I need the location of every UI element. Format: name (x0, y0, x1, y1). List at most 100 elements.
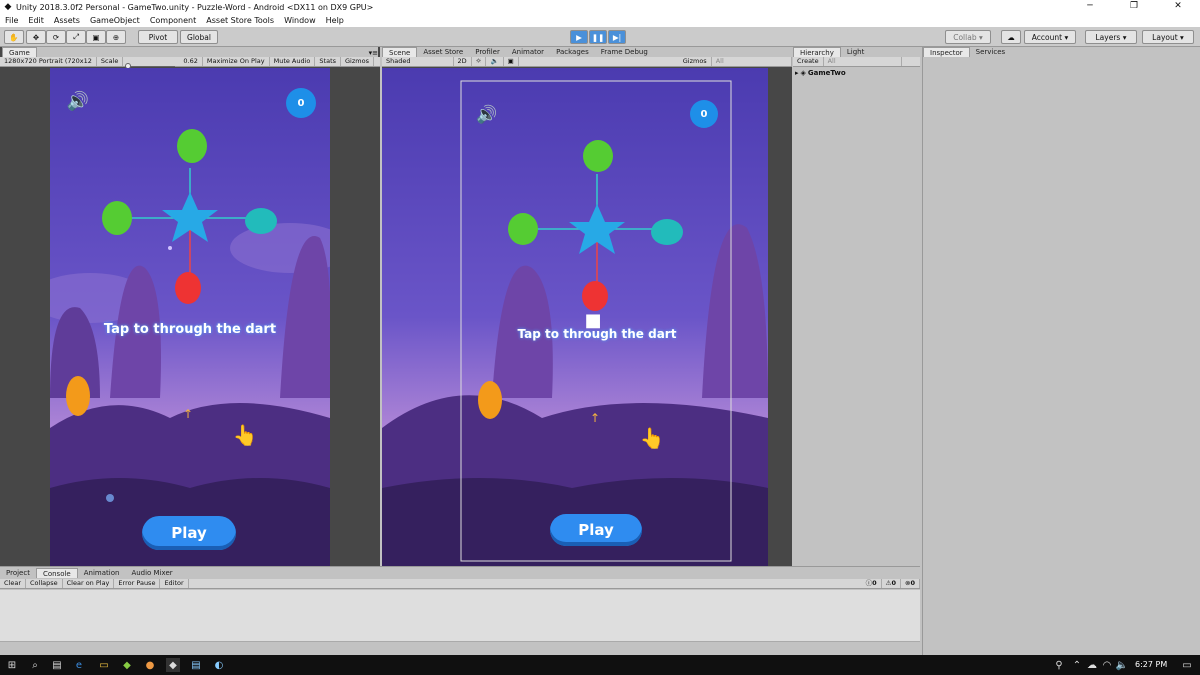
layout-dropdown[interactable]: Layout ▾ (1142, 30, 1194, 44)
global-label: Global (187, 32, 211, 42)
tab-inspector[interactable]: Inspector (923, 47, 970, 57)
account-dropdown[interactable]: Account ▾ (1024, 30, 1076, 44)
menu-window[interactable]: Window (279, 16, 321, 25)
scene-score-badge: 0 (690, 100, 718, 128)
window-title: Unity 2018.3.0f2 Personal - GameTwo.unit… (16, 2, 374, 12)
log-count-toggle[interactable]: ⓘ0 (862, 579, 882, 588)
expand-arrow-icon[interactable]: ▸ (795, 69, 799, 77)
move-tool-icon[interactable]: ✥ (26, 30, 46, 44)
tab-audio-mixer[interactable]: Audio Mixer (125, 568, 178, 578)
tab-lighting[interactable]: Light (841, 47, 870, 57)
project-tab-label: Project (6, 569, 30, 577)
hierarchy-tab-label: Hierarchy (800, 49, 834, 57)
rotate-tool-icon[interactable]: ⟳ (46, 30, 66, 44)
menu-component[interactable]: Component (145, 16, 201, 25)
audio-icon[interactable]: 🔈 (486, 57, 504, 66)
mode-2d-toggle[interactable]: 2D (454, 57, 472, 66)
cloud-tray-icon[interactable]: ☁ (1085, 658, 1099, 672)
clock[interactable]: 6:27 PM (1135, 660, 1167, 669)
android-icon[interactable]: ◆ (120, 658, 134, 672)
layers-dropdown[interactable]: Layers ▾ (1085, 30, 1137, 44)
pause-button[interactable]: ❚❚ (589, 30, 607, 44)
step-button[interactable]: ▶| (608, 30, 626, 44)
hand-tool-icon[interactable]: ✋ (4, 30, 24, 44)
scene-viewport[interactable]: 🔊 0 ■ Tap to through the dart ↑ 👆 Play (382, 68, 768, 566)
collab-dropdown[interactable]: Collab ▾ (945, 30, 991, 44)
target-group[interactable] (50, 118, 330, 318)
error-count-toggle[interactable]: ⊗0 (901, 579, 920, 588)
transform-tool-icon[interactable]: ⊕ (106, 30, 126, 44)
restore-button[interactable]: ❐ (1112, 0, 1156, 14)
instruction-text: Tap to through the dart (103, 322, 277, 337)
console-log-area[interactable] (0, 590, 920, 642)
panel-menu-icon[interactable]: ▾≡ (369, 49, 378, 57)
resolution-dropdown[interactable]: 1280x720 Portrait (720x12 (0, 57, 97, 66)
play-game-label: Play (171, 524, 207, 542)
tab-hierarchy[interactable]: Hierarchy (793, 47, 841, 57)
task-view-icon[interactable]: ▤ (50, 658, 64, 672)
notification-icon[interactable]: ▭ (1180, 658, 1194, 672)
log-count: 0 (872, 579, 877, 587)
tab-frame-debug[interactable]: Frame Debug (595, 47, 654, 57)
search-icon[interactable]: ⌕ (28, 658, 42, 672)
mute-audio-toggle[interactable]: Mute Audio (270, 57, 316, 66)
notepad-icon[interactable]: ▤ (189, 658, 203, 672)
hierarchy-root-row[interactable]: ▸ ◈ GameTwo (795, 69, 915, 77)
cloud-icon[interactable]: ☁ (1001, 30, 1021, 44)
wifi-icon[interactable]: ◠ (1100, 658, 1114, 672)
minimize-button[interactable]: ─ (1068, 0, 1112, 14)
tab-animation[interactable]: Animation (78, 568, 126, 578)
app-icon[interactable]: ◐ (212, 658, 226, 672)
game-panel: Game ▾≡ 1280x720 Portrait (720x12 Scale … (0, 47, 380, 566)
menu-help[interactable]: Help (321, 16, 349, 25)
shading-dropdown[interactable]: Shaded (382, 57, 454, 66)
menu-gameobject[interactable]: GameObject (85, 16, 145, 25)
tray-chevron-icon[interactable]: ⌃ (1070, 658, 1084, 672)
effects-icon[interactable]: ▣ (504, 57, 519, 66)
tab-profiler[interactable]: Profiler (469, 47, 506, 57)
create-dropdown[interactable]: Create (793, 57, 824, 66)
menu-edit[interactable]: Edit (23, 16, 49, 25)
sound-icon[interactable]: 🔊 (64, 90, 92, 112)
windows-start-icon[interactable]: ⊞ (5, 658, 19, 672)
clear-button[interactable]: Clear (0, 579, 26, 588)
stats-toggle[interactable]: Stats (315, 57, 342, 66)
maximize-on-play-toggle[interactable]: Maximize On Play (203, 57, 270, 66)
clear-on-play-toggle[interactable]: Clear on Play (63, 579, 115, 588)
volume-icon[interactable]: 🔈 (1115, 658, 1129, 672)
menu-assets[interactable]: Assets (49, 16, 85, 25)
editor-dropdown[interactable]: Editor (160, 579, 189, 588)
rect-tool-icon[interactable]: ▣ (86, 30, 106, 44)
tab-scene[interactable]: Scene (382, 47, 418, 57)
scene-search-input[interactable]: All (712, 57, 792, 66)
edge-icon[interactable]: e (72, 658, 86, 672)
tab-services[interactable]: Services (970, 47, 1012, 57)
menu-file[interactable]: File (0, 16, 23, 25)
hierarchy-search-input[interactable]: All (824, 57, 902, 66)
close-button[interactable]: ✕ (1156, 0, 1200, 14)
tab-game[interactable]: Game (2, 47, 37, 57)
chrome-icon[interactable]: ● (143, 658, 157, 672)
explorer-icon[interactable]: ▭ (97, 658, 111, 672)
play-button[interactable]: ▶ (570, 30, 588, 44)
scene-score-value: 0 (700, 108, 708, 120)
tab-console[interactable]: Console (35, 568, 78, 578)
tab-packages[interactable]: Packages (550, 47, 595, 57)
tab-animator[interactable]: Animator (506, 47, 550, 57)
game-viewport[interactable]: 🔊 0 Tap to through the dart ↑ 👆 Play (50, 68, 330, 566)
scene-gizmos-dropdown[interactable]: Gizmos (679, 57, 712, 66)
network-icon[interactable]: ⚲ (1052, 658, 1066, 672)
tab-project[interactable]: Project (0, 568, 36, 578)
pivot-toggle[interactable]: Pivot (138, 30, 178, 44)
collapse-toggle[interactable]: Collapse (26, 579, 63, 588)
play-game-button[interactable]: Play (142, 516, 236, 550)
lighting-icon[interactable]: ☼ (472, 57, 487, 66)
warning-count-toggle[interactable]: ⚠0 (882, 579, 902, 588)
gizmos-dropdown[interactable]: Gizmos (341, 57, 374, 66)
menu-asset-store-tools[interactable]: Asset Store Tools (201, 16, 279, 25)
global-toggle[interactable]: Global (180, 30, 218, 44)
scale-tool-icon[interactable]: ⤢ (66, 30, 86, 44)
tab-asset-store[interactable]: Asset Store (417, 47, 469, 57)
error-pause-toggle[interactable]: Error Pause (114, 579, 161, 588)
unity-taskbar-icon[interactable]: ◆ (166, 658, 180, 672)
